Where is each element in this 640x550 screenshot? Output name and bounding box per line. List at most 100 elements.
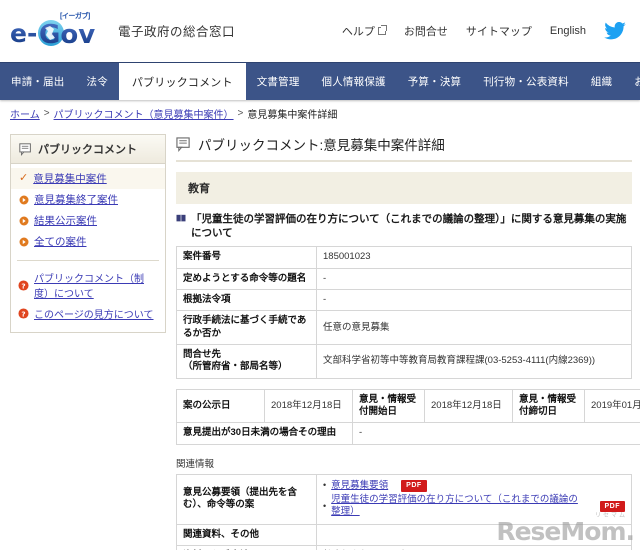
row-label-procedure-type: 行政手続法に基づく手続であるか否か bbox=[176, 310, 317, 346]
breadcrumb-item-public-comment[interactable]: パブリックコメント（意見募集中案件） bbox=[54, 106, 234, 121]
pdf-badge: PDF bbox=[599, 500, 625, 513]
table-row: 定めようとする命令等の題名 - bbox=[176, 267, 632, 291]
sidebar-title: パブリックコメント bbox=[38, 144, 137, 156]
arrow-circle-icon bbox=[19, 237, 29, 246]
document-heading-text: 「児童生徒の学習評価の在り方について（これまでの議論の整理）」に関する意見募集の… bbox=[191, 213, 627, 240]
row-value-short-period-reason: - bbox=[352, 422, 640, 445]
sidebar-header: パブリックコメント bbox=[11, 135, 165, 164]
list-item[interactable]: 意見募集要領 PDF bbox=[323, 479, 625, 493]
document-heading: 「児童生徒の学習評価の在り方について（これまでの議論の整理）」に関する意見募集の… bbox=[176, 212, 632, 240]
nav-item-privacy[interactable]: 個人情報保護 bbox=[311, 63, 397, 100]
sidebar-item-open-cases-label[interactable]: 意見募集中案件 bbox=[33, 171, 107, 186]
header-link-help-label: ヘルプ bbox=[341, 26, 375, 38]
row-value-legal-basis: - bbox=[316, 289, 632, 312]
row-value-how-to-obtain: 教育課程課にて配布 bbox=[316, 545, 632, 550]
row-value-related-materials bbox=[316, 523, 632, 547]
row-value-contact: 文部科学省初等中等教育局教育課程課(03-5253-4111(内線2369)) bbox=[316, 344, 632, 379]
case-info-table: 案件番号 185001023 定めようとする命令等の題名 - 根拠法令項 - 行… bbox=[176, 246, 632, 379]
question-icon: ? bbox=[18, 279, 29, 291]
question-icon: ? bbox=[18, 308, 29, 319]
link-comment-guideline[interactable]: 意見募集要領 bbox=[331, 480, 388, 492]
sidebar-help-how-to-read[interactable]: ? このページの見方について bbox=[11, 303, 165, 324]
table-row: 意見公募要領（提出先を含む）、命令等の案 意見募集要領 PDF 児童生徒の学習評… bbox=[176, 473, 632, 525]
row-label-contact: 問合せ先 （所管府省・部局名等） bbox=[176, 344, 317, 379]
nav-item-document-management[interactable]: 文書管理 bbox=[246, 63, 311, 100]
sidebar-help-how-to-read-label[interactable]: このページの見方について bbox=[34, 306, 154, 321]
site-logo[interactable]: e- Gov [イーガブ] bbox=[10, 13, 108, 47]
nav-item-public-comment[interactable]: パブリックコメント bbox=[118, 63, 246, 100]
main-content: パブリックコメント:意見募集中案件詳細 教育 「児童生徒の学習評価の在り方につい… bbox=[176, 134, 640, 550]
nav-item-horei[interactable]: 法令 bbox=[76, 63, 119, 100]
sidebar-item-all-cases-label[interactable]: 全ての案件 bbox=[34, 234, 87, 249]
table-row: 根拠法令項 - bbox=[176, 289, 632, 312]
row-label-guidelines: 意見公募要領（提出先を含む）、命令等の案 bbox=[176, 473, 317, 525]
row-label-short-period-reason: 意見提出が30日未満の場合その理由 bbox=[176, 422, 353, 445]
row-label-order-title: 定めようとする命令等の題名 bbox=[176, 267, 317, 291]
row-label-deadline: 意見・情報受付締切日 bbox=[512, 388, 585, 424]
dates-table: 案の公示日 2018年12月18日 意見・情報受付開始日 2018年12月18日… bbox=[176, 388, 640, 445]
nav-item-news[interactable]: お知らせ bbox=[623, 63, 640, 100]
row-label-case-number: 案件番号 bbox=[176, 246, 317, 269]
twitter-icon bbox=[604, 22, 626, 40]
sidebar-item-results[interactable]: 結果公示案件 bbox=[11, 210, 165, 231]
sidebar-list: ✓ 意見募集中案件 意見募集終了案件 結果公示案件 全ての案件 bbox=[11, 164, 165, 256]
header-links: ヘルプ お問合せ サイトマップ English bbox=[342, 22, 626, 40]
row-label-start-date: 意見・情報受付開始日 bbox=[352, 388, 425, 424]
sidebar-help-about-system[interactable]: ? パブリックコメント（制度）について bbox=[11, 267, 165, 303]
external-link-icon bbox=[377, 25, 387, 35]
sidebar-help-list: ? パブリックコメント（制度）について ? このページの見方について bbox=[11, 265, 165, 332]
header-link-sitemap[interactable]: サイトマップ bbox=[466, 23, 532, 39]
nav-item-publications[interactable]: 刊行物・公表資料 bbox=[472, 63, 580, 100]
page-title-text: パブリックコメント:意見募集中案件詳細 bbox=[198, 138, 445, 153]
site-header: e- Gov [イーガブ] 電子政府の総合窓口 ヘルプ お問合せ サイトマップ … bbox=[0, 0, 640, 62]
table-row: 資料の入手方法 教育課程課にて配布 bbox=[176, 545, 632, 550]
sidebar-item-closed-cases[interactable]: 意見募集終了案件 bbox=[11, 189, 165, 210]
svg-text:e-: e- bbox=[10, 19, 37, 47]
sidebar-item-closed-cases-label[interactable]: 意見募集終了案件 bbox=[34, 192, 118, 207]
sidebar-item-results-label[interactable]: 結果公示案件 bbox=[34, 213, 97, 228]
svg-text:?: ? bbox=[21, 281, 25, 290]
row-value-case-number: 185001023 bbox=[316, 246, 632, 269]
sidebar-help-about-system-label[interactable]: パブリックコメント（制度）について bbox=[34, 270, 158, 300]
page-title: パブリックコメント:意見募集中案件詳細 bbox=[176, 134, 632, 162]
document-icon bbox=[19, 142, 31, 156]
breadcrumb-item-home[interactable]: ホーム bbox=[10, 106, 40, 121]
breadcrumb-separator: > bbox=[43, 107, 50, 119]
breadcrumb: ホーム > パブリックコメント（意見募集中案件） > 意見募集中案件詳細 bbox=[0, 100, 640, 126]
page-body: パブリックコメント ✓ 意見募集中案件 意見募集終了案件 結果公示案件 全ての案… bbox=[0, 126, 640, 550]
header-link-help[interactable]: ヘルプ bbox=[341, 23, 387, 39]
main-navigation: 申請・届出 法令 パブリックコメント 文書管理 個人情報保護 予算・決算 刊行物… bbox=[0, 62, 640, 100]
nav-item-organization[interactable]: 組織 bbox=[580, 63, 623, 100]
arrow-circle-icon bbox=[19, 216, 29, 225]
document-icon bbox=[176, 136, 190, 152]
table-row: 関連資料、その他 bbox=[176, 523, 632, 547]
row-value-start-date: 2018年12月18日 bbox=[424, 388, 513, 424]
e-gov-logo-icon: e- Gov bbox=[10, 19, 95, 47]
table-row: 問合せ先 （所管府省・部局名等） 文部科学省初等中等教育局教育課程課(03-52… bbox=[176, 344, 632, 379]
twitter-link[interactable] bbox=[604, 22, 626, 40]
category-band: 教育 bbox=[176, 172, 632, 204]
sidebar-item-open-cases[interactable]: ✓ 意見募集中案件 bbox=[11, 168, 165, 189]
row-value-publication-date: 2018年12月18日 bbox=[264, 388, 353, 424]
sidebar: パブリックコメント ✓ 意見募集中案件 意見募集終了案件 結果公示案件 全ての案… bbox=[10, 134, 166, 333]
nav-item-shinsei[interactable]: 申請・届出 bbox=[0, 63, 76, 100]
list-item[interactable]: 児童生徒の学習評価の在り方について（これまでの議論の整理） PDF bbox=[323, 493, 625, 520]
table-row: 案の公示日 2018年12月18日 意見・情報受付開始日 2018年12月18日… bbox=[176, 388, 640, 424]
check-icon: ✓ bbox=[19, 172, 29, 184]
header-link-english[interactable]: English bbox=[550, 25, 586, 37]
row-value-procedure-type: 任意の意見募集 bbox=[316, 310, 632, 346]
sidebar-item-all-cases[interactable]: 全ての案件 bbox=[11, 231, 165, 252]
nav-item-budget[interactable]: 予算・決算 bbox=[397, 63, 473, 100]
logo-ruby: [イーガブ] bbox=[60, 13, 90, 20]
table-row: 行政手続法に基づく手続であるか否か 任意の意見募集 bbox=[176, 310, 632, 346]
svg-text:?: ? bbox=[21, 309, 25, 318]
header-link-contact[interactable]: お問合せ bbox=[404, 23, 448, 39]
table-row: 意見提出が30日未満の場合その理由 - bbox=[176, 422, 640, 445]
site-tagline: 電子政府の総合窓口 bbox=[118, 24, 236, 39]
related-info-table: 意見公募要領（提出先を含む）、命令等の案 意見募集要領 PDF 児童生徒の学習評… bbox=[176, 473, 632, 550]
row-label-legal-basis: 根拠法令項 bbox=[176, 289, 317, 312]
link-learning-evaluation-doc[interactable]: 児童生徒の学習評価の在り方について（これまでの議論の整理） bbox=[331, 494, 586, 519]
row-value-guidelines: 意見募集要領 PDF 児童生徒の学習評価の在り方について（これまでの議論の整理）… bbox=[316, 473, 632, 525]
sidebar-divider bbox=[17, 260, 159, 261]
row-label-related-materials: 関連資料、その他 bbox=[176, 523, 317, 547]
